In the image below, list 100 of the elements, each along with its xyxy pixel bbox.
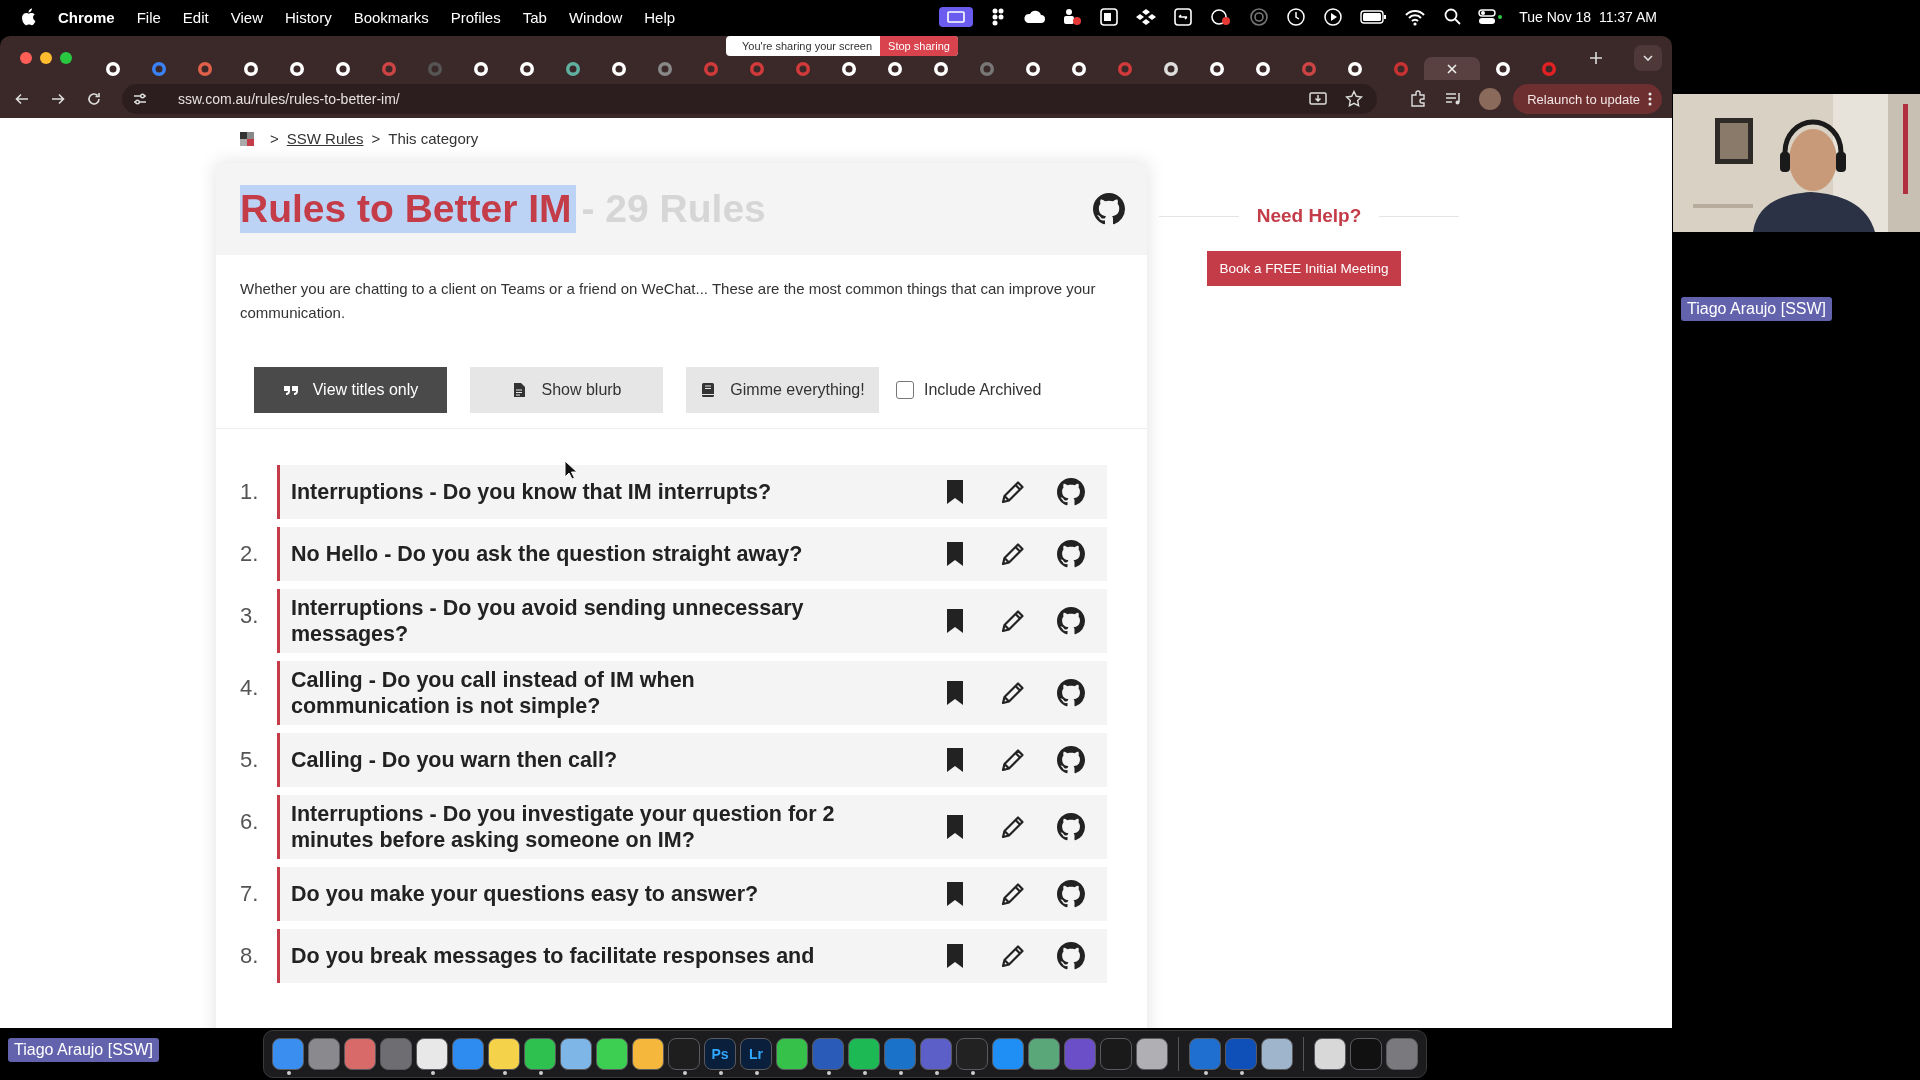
favicon-icon xyxy=(1495,60,1511,77)
favicon-icon xyxy=(105,60,121,77)
rule-row[interactable]: Interruptions - Do you avoid sending unnecessary messages? xyxy=(277,589,1107,653)
need-help-heading: Need Help? xyxy=(1256,205,1362,227)
favicon-icon xyxy=(611,60,627,77)
favicon-icon xyxy=(979,60,995,77)
app-icon[interactable] xyxy=(1261,1038,1294,1070)
book-meeting-button[interactable]: Book a FREE Initial Meeting xyxy=(1206,251,1402,286)
rule-title[interactable]: Calling - Do you warn then call? xyxy=(291,747,843,773)
github-icon[interactable] xyxy=(1057,746,1085,774)
url-text[interactable]: ssw.com.au/rules/rules-to-better-im/ xyxy=(178,91,1292,107)
app-icon[interactable] xyxy=(596,1038,629,1070)
rule-row[interactable]: Interruptions - Do you know that IM interrupts? xyxy=(277,465,1107,519)
apple-logo-icon[interactable] xyxy=(20,8,36,26)
install-icon[interactable] xyxy=(1309,90,1328,108)
wifi-icon[interactable] xyxy=(1404,7,1427,27)
app-icon[interactable] xyxy=(776,1038,809,1070)
rule-title[interactable]: Interruptions - Do you know that IM interrupts? xyxy=(291,479,843,505)
reload-icon[interactable] xyxy=(86,91,102,107)
star-icon[interactable] xyxy=(1345,90,1364,108)
zoom-window-button[interactable] xyxy=(60,52,72,64)
github-icon[interactable] xyxy=(1057,540,1085,568)
forward-icon[interactable] xyxy=(50,91,66,107)
rule-title[interactable]: Interruptions - Do you avoid sending unnecessary messages? xyxy=(291,595,843,647)
github-icon[interactable] xyxy=(1057,478,1085,506)
favicon-icon xyxy=(1117,60,1133,77)
rule-row[interactable]: Do you break messages to facilitate responses and xyxy=(277,929,1107,983)
new-tab-icon[interactable] xyxy=(1588,50,1604,66)
github-icon[interactable] xyxy=(1057,607,1085,635)
rule-title[interactable]: Do you break messages to facilitate responses and xyxy=(291,943,843,969)
app-icon[interactable] xyxy=(1028,1038,1061,1070)
favicon-icon xyxy=(1541,60,1557,77)
tab-list-button[interactable] xyxy=(1634,45,1662,71)
remote-icon[interactable] xyxy=(1173,7,1194,27)
include-archived-checkbox[interactable] xyxy=(896,381,914,399)
breadcrumb-current: This category xyxy=(388,130,479,147)
close-window-button[interactable] xyxy=(20,52,32,64)
home-logo-icon[interactable] xyxy=(240,131,254,146)
people-icon[interactable] xyxy=(1062,7,1083,27)
extensions-icon[interactable] xyxy=(1409,90,1428,108)
rule-row[interactable]: Calling - Do you warn then call? xyxy=(277,733,1107,787)
menu-item[interactable]: Window xyxy=(568,8,623,26)
rule-title[interactable]: Interruptions - Do you investigate your question for 2 minutes before asking someone on IM? xyxy=(291,801,843,853)
more-icon xyxy=(1648,91,1652,107)
menu-item[interactable]: Bookmarks xyxy=(353,8,429,26)
github-icon[interactable] xyxy=(1057,942,1085,970)
rule-title[interactable]: No Hello - Do you ask the question straight away? xyxy=(291,541,843,567)
view-mode-button[interactable]: Show blurb xyxy=(470,367,663,413)
view-mode-button[interactable]: View titles only xyxy=(254,367,447,413)
screen-share-icon[interactable] xyxy=(939,7,974,27)
favicon-icon xyxy=(289,60,305,77)
favicon-icon xyxy=(795,60,811,77)
rule-row[interactable]: Interruptions - Do you investigate your question for 2 minutes before asking someone on IM? xyxy=(277,795,1107,859)
favicon-icon xyxy=(1071,60,1087,77)
menu-item[interactable]: File xyxy=(136,8,161,26)
menu-item[interactable]: History xyxy=(284,8,332,26)
breadcrumb-link[interactable]: SSW Rules xyxy=(286,130,364,147)
view-mode-button[interactable]: Gimme everything! xyxy=(686,367,879,413)
app-icon[interactable] xyxy=(632,1038,665,1070)
favicon-icon xyxy=(1163,60,1179,77)
app-icon[interactable] xyxy=(1314,1038,1347,1070)
clock-icon[interactable] xyxy=(1286,7,1307,27)
github-icon[interactable] xyxy=(1057,813,1085,841)
relaunch-button[interactable]: Relaunch to update xyxy=(1513,84,1662,114)
app-icon[interactable] xyxy=(1136,1038,1169,1070)
favicon-icon xyxy=(243,60,259,77)
github-icon[interactable] xyxy=(1057,880,1085,908)
battery-icon[interactable] xyxy=(1360,7,1388,27)
back-icon[interactable] xyxy=(14,91,30,107)
site-settings-icon[interactable] xyxy=(132,91,148,107)
favicon-icon xyxy=(841,60,857,77)
menu-item[interactable]: Tab xyxy=(522,8,547,26)
menu-item[interactable]: Help xyxy=(644,8,676,26)
menu-bar-clock[interactable]: Tue Nov 18 11:37 AM xyxy=(1519,9,1657,25)
rule-row[interactable]: Calling - Do you call instead of IM when communication is not simple? xyxy=(277,661,1107,725)
github-icon[interactable] xyxy=(1057,679,1085,707)
rule-title[interactable]: Do you make your questions easy to answer? xyxy=(291,881,843,907)
menu-item[interactable]: Edit xyxy=(182,8,209,26)
github-icon[interactable] xyxy=(1093,193,1125,225)
favicon-icon xyxy=(151,60,167,77)
app-icon[interactable] xyxy=(560,1038,593,1070)
profile-avatar[interactable] xyxy=(1479,88,1502,110)
stop-sharing-button[interactable]: Stop sharing xyxy=(880,36,958,56)
play-icon[interactable] xyxy=(1323,7,1344,27)
address-bar[interactable]: ssw.com.au/rules/rules-to-better-im/ xyxy=(122,84,1378,114)
book-icon xyxy=(700,382,717,398)
breadcrumb-separator: > xyxy=(270,130,279,147)
menu-item[interactable]: Profiles xyxy=(450,8,501,26)
control-center-icon[interactable] xyxy=(1478,7,1503,27)
menu-item[interactable]: View xyxy=(230,8,263,26)
search-icon[interactable] xyxy=(1443,7,1462,27)
app-menu[interactable]: Chrome xyxy=(58,8,115,26)
rule-row[interactable]: Do you make your questions easy to answer? xyxy=(277,867,1107,921)
rule-title[interactable]: Calling - Do you call instead of IM when communication is not simple? xyxy=(291,667,843,719)
minimize-window-button[interactable] xyxy=(40,52,52,64)
rule-number: 2. xyxy=(240,540,260,567)
favicon-icon xyxy=(519,60,535,77)
rule-row[interactable]: No Hello - Do you ask the question straight away? xyxy=(277,527,1107,581)
favicon-icon xyxy=(1347,60,1363,77)
favicon-icon xyxy=(703,60,719,77)
